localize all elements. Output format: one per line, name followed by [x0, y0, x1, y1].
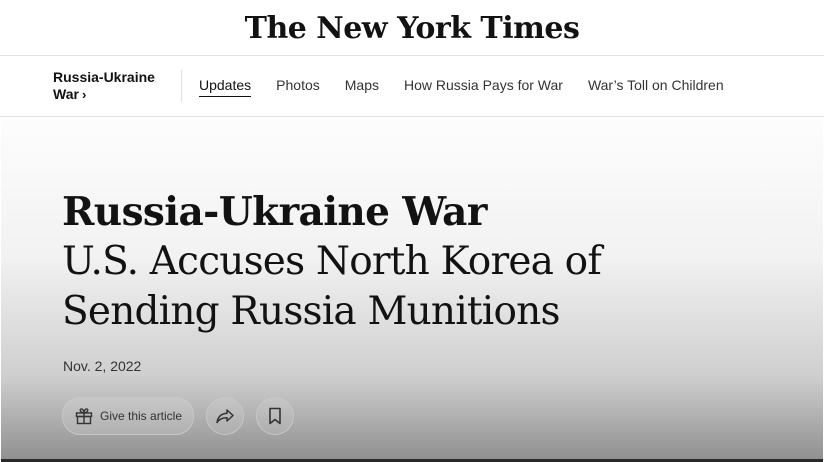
- tab-maps[interactable]: Maps: [345, 77, 379, 97]
- article-date: Nov. 2, 2022: [63, 358, 142, 374]
- article-actions: Give this article: [62, 397, 295, 435]
- article-headline: U.S. Accuses North Korea of Sending Russ…: [62, 239, 602, 334]
- nyt-logo[interactable]: The New York Times: [245, 11, 580, 46]
- nav-divider: [181, 70, 182, 102]
- share-icon: [214, 405, 236, 427]
- bookmark-icon: [266, 406, 284, 426]
- article-hero: Russia-Ukraine War U.S. Accuses North Ko…: [1, 117, 823, 462]
- share-button[interactable]: [206, 397, 245, 435]
- section-link-label: Russia-Ukraine War: [53, 69, 155, 102]
- chevron-right-icon: ›: [81, 87, 87, 102]
- section-link-russia-ukraine-war[interactable]: Russia-Ukraine War ›: [53, 69, 173, 103]
- gift-icon: [74, 406, 94, 426]
- tab-updates[interactable]: Updates: [199, 77, 252, 97]
- tab-how-russia-pays-for-war[interactable]: How Russia Pays for War: [404, 77, 563, 97]
- section-tabs: Updates Photos Maps How Russia Pays for …: [199, 77, 724, 97]
- masthead: The New York Times: [0, 0, 824, 56]
- tab-photos[interactable]: Photos: [276, 77, 320, 97]
- give-article-label: Give this article: [100, 409, 183, 423]
- give-article-button[interactable]: Give this article: [62, 397, 195, 435]
- save-button[interactable]: [256, 397, 295, 435]
- section-subnav: Russia-Ukraine War › Updates Photos Maps …: [0, 56, 824, 117]
- article-kicker: Russia-Ukraine War: [62, 189, 487, 235]
- tab-wars-toll-on-children[interactable]: War’s Toll on Children: [588, 77, 724, 97]
